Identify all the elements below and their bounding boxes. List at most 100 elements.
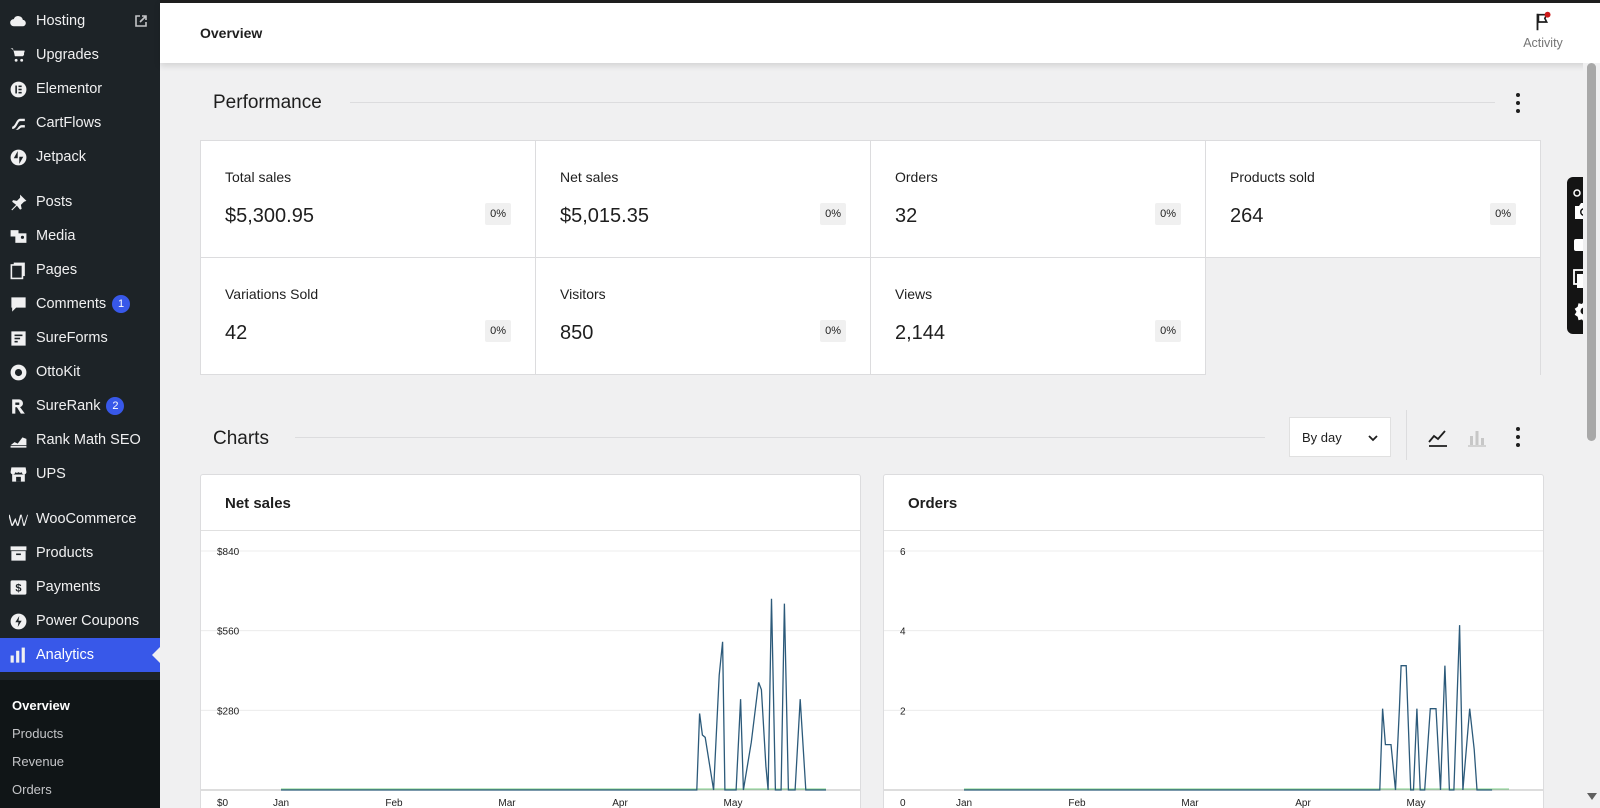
sidebar-item-label: Media [36, 228, 76, 244]
stat-value: 32 [895, 205, 918, 227]
notification-badge: 2 [106, 397, 125, 415]
stat-views[interactable]: Views 2,144 0% [871, 258, 1206, 375]
x-tick-label: Jan [956, 798, 972, 808]
stat-variations-sold[interactable]: Variations Sold 42 0% [201, 258, 536, 375]
stat-orders[interactable]: Orders 32 0% [871, 141, 1206, 258]
sidebar-item-label: Power Coupons [36, 613, 140, 629]
cloud-icon [8, 11, 28, 31]
external-link-icon [134, 14, 148, 28]
analytics-submenu: Overview Products Revenue Orders [0, 680, 160, 808]
section-divider [350, 102, 1495, 103]
sidebar-item-posts[interactable]: Posts [0, 185, 160, 219]
sidebar-item-analytics[interactable]: Analytics [0, 638, 160, 672]
x-tick-label: Feb [385, 798, 403, 808]
sidebar-item-label: Analytics [36, 647, 95, 663]
comment-icon [8, 294, 28, 314]
stat-products-sold[interactable]: Products sold 264 0% [1206, 141, 1540, 258]
stat-delta-badge: 0% [485, 320, 511, 342]
sidebar-item-power-coupons[interactable]: Power Coupons [0, 604, 160, 638]
stat-value: 850 [560, 322, 594, 344]
flag-icon [1532, 11, 1554, 33]
stat-label: Variations Sold [225, 286, 319, 302]
notification-badge: 1 [112, 295, 131, 313]
stat-delta-badge: 0% [1490, 203, 1516, 225]
submenu-item-revenue[interactable]: Revenue [12, 754, 64, 769]
ottokit-icon [8, 362, 28, 382]
sidebar-item-cartflows[interactable]: CartFlows [0, 106, 160, 140]
sidebar-item-label: Upgrades [36, 47, 99, 63]
sidebar-item-products[interactable]: Products [0, 536, 160, 570]
stat-value: $5,300.95 [225, 205, 314, 227]
x-tick-label: May [724, 798, 743, 808]
sureforms-icon [8, 328, 28, 348]
sidebar-item-surerank[interactable]: SureRank 2 [0, 389, 160, 423]
stat-value: 42 [225, 322, 248, 344]
y-tick-label: $280 [217, 706, 240, 717]
stat-label: Products sold [1230, 169, 1315, 185]
sidebar-item-label: Hosting [36, 13, 86, 29]
sidebar-item-label: OttoKit [36, 364, 81, 380]
stat-delta-badge: 0% [1155, 320, 1181, 342]
sidebar-item-payments[interactable]: $ Payments [0, 570, 160, 604]
stat-total-sales[interactable]: Total sales $5,300.95 0% [201, 141, 536, 258]
series-line[interactable] [281, 598, 826, 791]
toolbar-divider [1406, 410, 1407, 460]
sidebar-item-ottokit[interactable]: OttoKit [0, 355, 160, 389]
pin-icon [8, 192, 28, 212]
submenu-item-orders[interactable]: Orders [12, 782, 52, 797]
sidebar-item-comments[interactable]: Comments 1 [0, 287, 160, 321]
bar-chart-icon[interactable] [1465, 425, 1489, 449]
submenu-item-products[interactable]: Products [12, 726, 63, 741]
sidebar-item-pages[interactable]: Pages [0, 253, 160, 287]
stat-net-sales[interactable]: Net sales $5,015.35 0% [536, 141, 871, 258]
page-scrollbar[interactable] [1583, 63, 1600, 808]
net-sales-chart-card: Net sales $840 $560 $280 $0 Jan Feb Mar Apr May [200, 474, 861, 808]
sidebar-item-label: Products [36, 545, 94, 561]
sidebar-item-elementor[interactable]: Elementor [0, 72, 160, 106]
sidebar-item-woocommerce[interactable]: WooCommerce [0, 502, 160, 536]
sidebar-item-label: UPS [36, 466, 66, 482]
submenu-item-overview[interactable]: Overview [12, 698, 70, 713]
stat-delta-badge: 0% [820, 320, 846, 342]
sidebar-item-sureforms[interactable]: SureForms [0, 321, 160, 355]
interval-select[interactable]: By day [1289, 417, 1391, 457]
line-chart-icon[interactable] [1426, 425, 1450, 449]
sidebar-item-label: Jetpack [36, 149, 86, 165]
media-icon [8, 226, 28, 246]
sidebar-item-media[interactable]: Media [0, 219, 160, 253]
stat-value: 2,144 [895, 322, 946, 344]
stat-label: Net sales [560, 169, 619, 185]
net-sales-chart: $840 $560 $280 $0 Jan Feb Mar Apr May [201, 547, 860, 808]
performance-menu-icon[interactable] [1508, 91, 1528, 115]
stat-value: 264 [1230, 205, 1264, 227]
charts-menu-icon[interactable] [1508, 425, 1528, 449]
sidebar-item-label: Pages [36, 262, 78, 278]
scrollbar-thumb[interactable] [1587, 63, 1596, 441]
sidebar-item-label: SureRank [36, 398, 101, 414]
cart-icon [8, 45, 28, 65]
orders-chart-card: Orders 6 4 2 0 Jan Feb Mar Apr May [883, 474, 1544, 808]
dollar-icon: $ [8, 577, 28, 597]
stat-visitors[interactable]: Visitors 850 0% [536, 258, 871, 375]
stat-label: Orders [895, 169, 938, 185]
sidebar-item-label: CartFlows [36, 115, 102, 131]
y-tick-label: 4 [900, 627, 906, 638]
orders-chart: 6 4 2 0 Jan Feb Mar Apr May [884, 547, 1543, 808]
cartflows-icon [8, 113, 28, 133]
y-tick-label: $0 [217, 798, 229, 808]
section-divider [295, 437, 1265, 438]
archive-icon [8, 543, 28, 563]
admin-sidebar: Hosting Upgrades Elementor CartFlows Jetpack… [0, 0, 160, 808]
scroll-down-arrow-icon[interactable] [1587, 793, 1597, 800]
stat-delta-badge: 0% [485, 203, 511, 225]
series-line[interactable] [964, 625, 1493, 791]
stat-label: Visitors [560, 286, 606, 302]
sidebar-item-jetpack[interactable]: Jetpack [0, 140, 160, 174]
sidebar-item-upgrades[interactable]: Upgrades [0, 38, 160, 72]
sidebar-item-rank-math-seo[interactable]: Rank Math SEO [0, 423, 160, 457]
sidebar-item-hosting[interactable]: Hosting [0, 4, 160, 38]
sidebar-item-label: Payments [36, 579, 101, 595]
sidebar-item-ups[interactable]: UPS [0, 457, 160, 491]
page-header: Overview Activity [160, 0, 1600, 63]
activity-button[interactable]: Activity [1518, 11, 1568, 50]
